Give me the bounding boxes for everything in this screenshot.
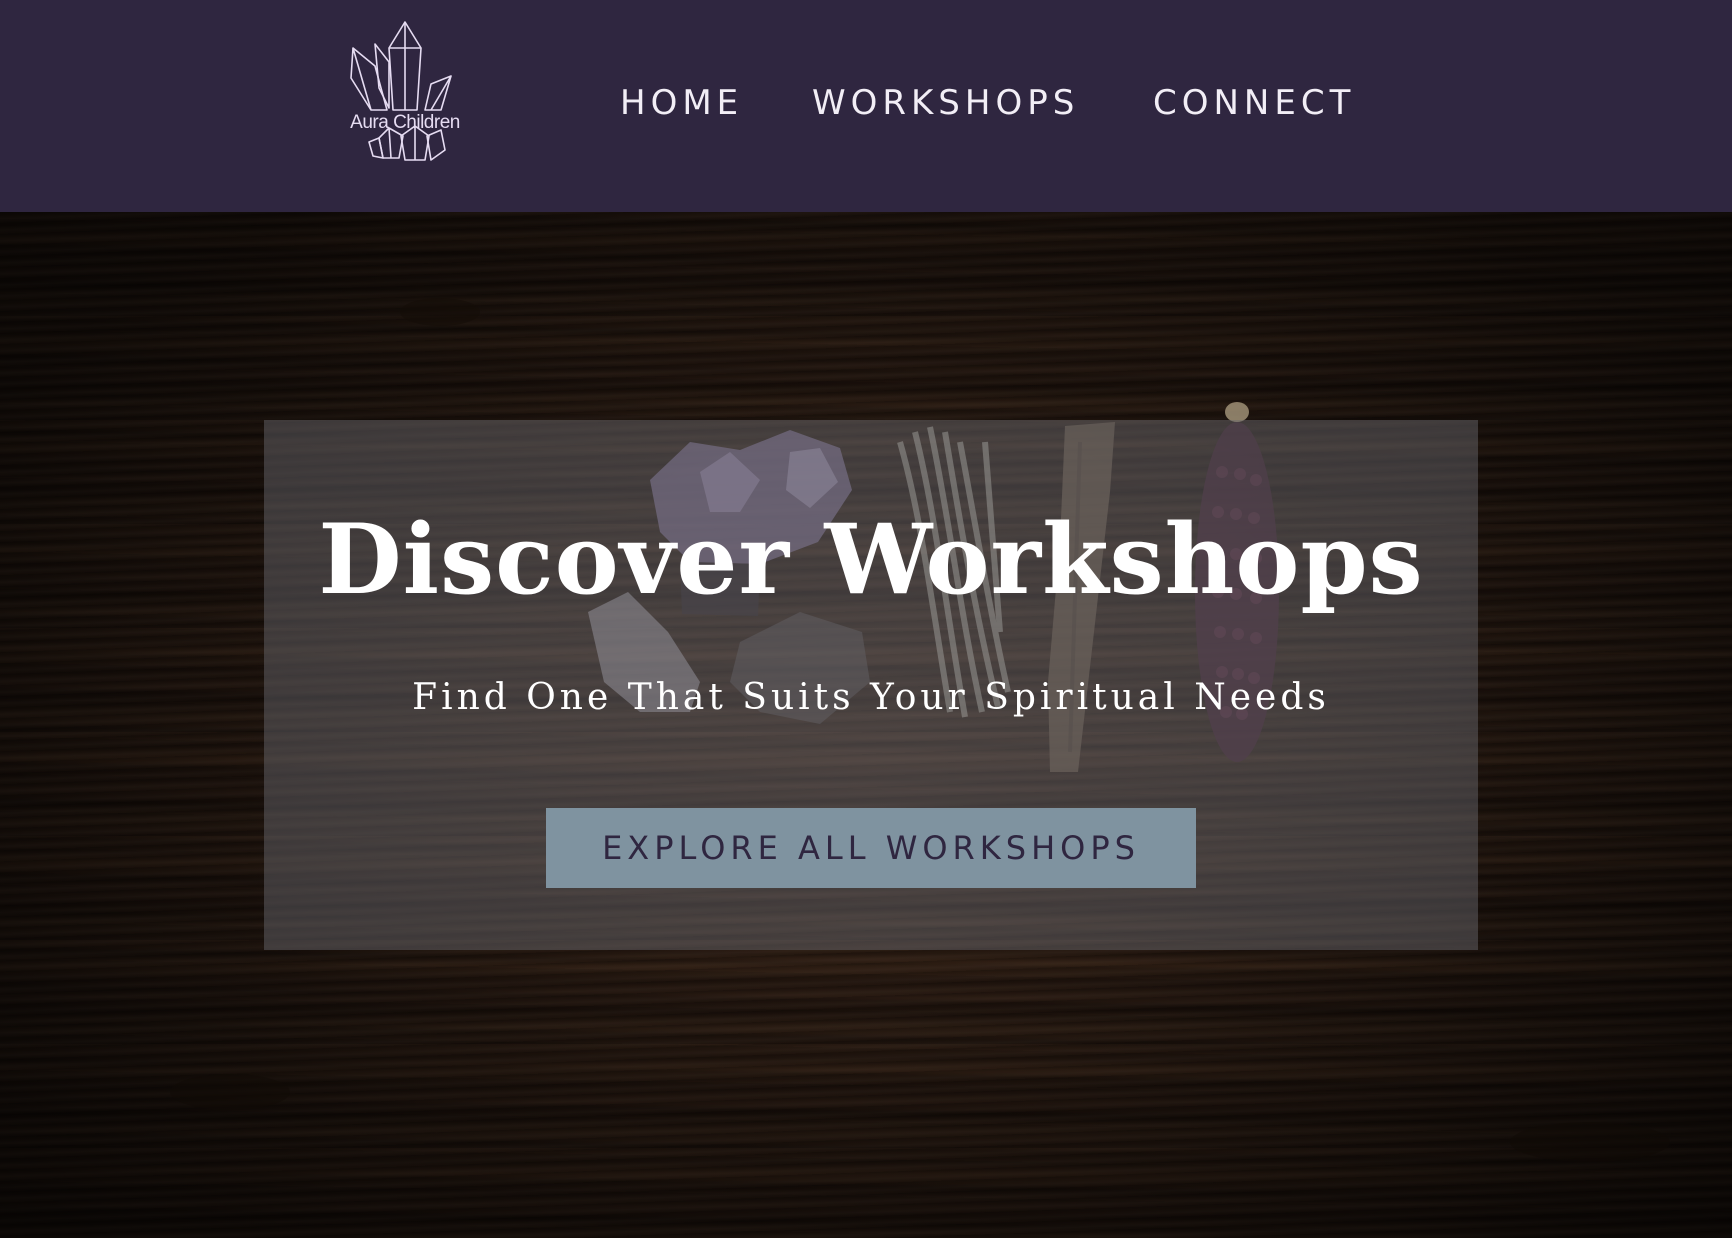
nav-item-workshops[interactable]: WORKSHOPS — [812, 78, 1079, 128]
hero-title: Discover Workshops — [318, 503, 1424, 616]
hero-overlay-panel: Discover Workshops Find One That Suits Y… — [264, 420, 1478, 950]
main-nav: HOME WORKSHOPS CONNECT — [0, 78, 1732, 128]
nav-item-connect[interactable]: CONNECT — [1153, 78, 1355, 128]
explore-all-workshops-button[interactable]: EXPLORE ALL WORKSHOPS — [546, 808, 1196, 888]
hero-subtitle: Find One That Suits Your Spiritual Needs — [412, 677, 1330, 718]
nav-item-home[interactable]: HOME — [620, 78, 743, 128]
hero-section: Discover Workshops Find One That Suits Y… — [0, 212, 1732, 1238]
site-header: Aura Children HOME WORKSHOPS CONNECT — [0, 0, 1732, 212]
